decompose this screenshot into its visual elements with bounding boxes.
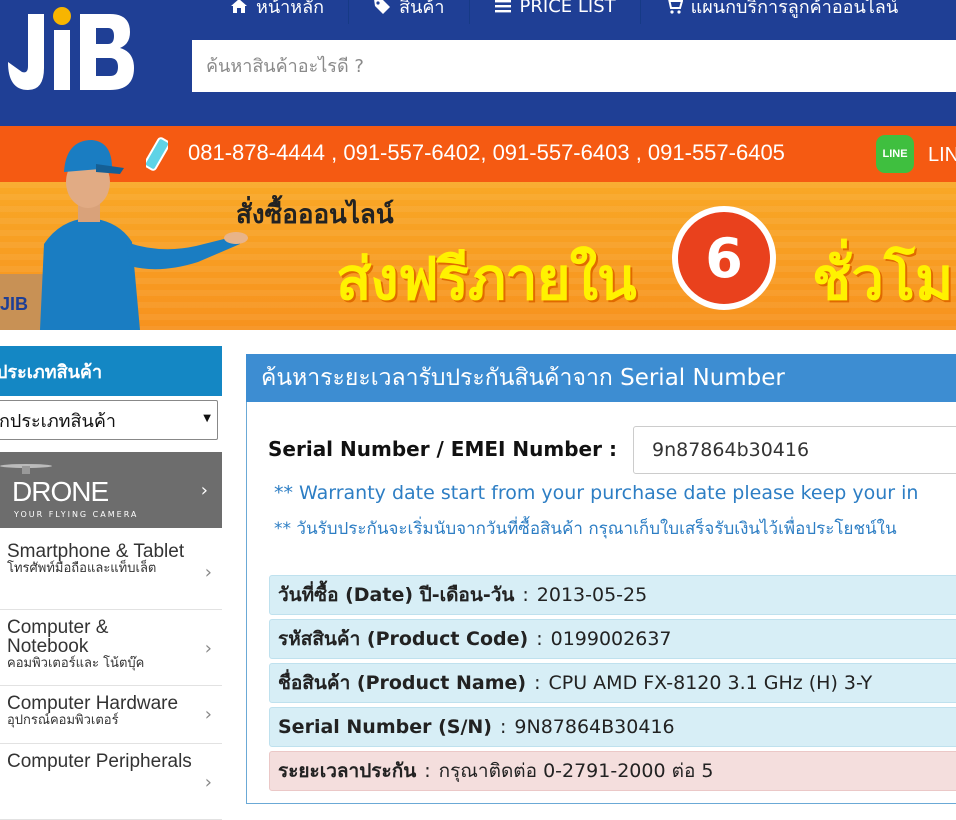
drone-icon (0, 464, 52, 474)
category-name: Computer Hardware (7, 693, 179, 714)
result-row-product-code: รหัสสินค้า (Product Code) : 0199002637 (269, 619, 956, 659)
result-separator: : (500, 716, 507, 738)
list-icon (494, 0, 512, 15)
result-table: วันที่ซื้อ (Date) ปี-เดือน-วัน : 2013-05… (269, 575, 956, 795)
category-name: Computer Peripherals (7, 751, 192, 772)
jib-logo[interactable] (0, 0, 144, 102)
warranty-label: ระยะเวลาประกัน (278, 760, 417, 782)
drone-banner[interactable]: DRONE YOUR FLYING CAMERA › (0, 452, 222, 528)
category-item-peripherals[interactable]: Computer Peripherals › (0, 744, 222, 820)
banner-hours: ชั่วโมง (812, 245, 956, 313)
line-icon[interactable]: LINE (876, 135, 914, 173)
category-select[interactable]: กประเภทสินค้า ▼ (0, 400, 218, 440)
result-separator: : (534, 672, 541, 694)
mascot-image: JIB (0, 140, 248, 330)
banner-free-shipping: ส่งฟรีภายใน (336, 245, 637, 313)
nav-home[interactable]: หน้าหลัก (206, 0, 348, 24)
result-separator: : (522, 584, 529, 606)
banner-headline: สั่งซื้อออนไลน์ (236, 200, 394, 230)
category-name-th: โทรศัพท์มือถือและแท็บเล็ต (7, 561, 157, 576)
chevron-right-icon: › (204, 562, 212, 583)
chevron-right-icon: › (200, 480, 208, 501)
chevron-right-icon: › (204, 704, 212, 725)
result-row-date: วันที่ซื้อ (Date) ปี-เดือน-วัน : 2013-05… (269, 575, 956, 615)
category-select-value: กประเภทสินค้า (0, 410, 116, 432)
cart-icon (665, 0, 683, 15)
nav-online-service-label: แผนกบริการลูกค้าออนไลน์ (690, 0, 899, 18)
result-label: ชื่อสินค้า (Product Name) (278, 672, 527, 694)
result-row-product-name: ชื่อสินค้า (Product Name) : CPU AMD FX-8… (269, 663, 956, 703)
clock-icon: 6 (672, 206, 776, 310)
category-name-th: คอมพิวเตอร์และ โน้ตบุ๊ค (7, 656, 145, 671)
result-label: รหัสสินค้า (Product Code) (278, 628, 529, 650)
result-label: วันที่ซื้อ (Date) ปี-เดือน-วัน (278, 584, 515, 606)
category-item-hardware[interactable]: Computer Hardware อุปกรณ์คอมพิวเตอร์ › (0, 686, 222, 744)
nav-products[interactable]: สินค้า (348, 0, 468, 24)
result-value: CPU AMD FX-8120 3.1 GHz (H) 3-Y (548, 672, 873, 694)
drone-title: DRONE (12, 476, 109, 507)
result-value: 0199002637 (550, 628, 672, 650)
line-label[interactable]: LIN (928, 144, 956, 167)
serial-input[interactable] (633, 426, 956, 474)
panel-title: ค้นหาระยะเวลารับประกันสินค้าจาก Serial N… (246, 354, 956, 402)
warranty-value: กรุณาติดต่อ 0-2791-2000 ต่อ 5 (438, 760, 714, 782)
nav-online-service[interactable]: แผนกบริการลูกค้าออนไลน์ (639, 0, 923, 24)
mascot-box-text: JIB (0, 294, 28, 314)
search-input[interactable] (192, 40, 956, 92)
site-header: หน้าหลัก สินค้า PRICE LIST แผนกบริการลูก… (0, 0, 956, 126)
category-item-computer-notebook[interactable]: Computer & Notebook คอมพิวเตอร์และ โน้ตบ… (0, 610, 222, 686)
category-name: Computer & Notebook (7, 617, 109, 657)
category-item-smartphone[interactable]: Smartphone & Tablet โทรศัพท์มือถือและแท็… (0, 534, 222, 610)
main-nav: หน้าหลัก สินค้า PRICE LIST แผนกบริการลูก… (206, 0, 922, 24)
category-header-label: ประเภทสินค้า (0, 361, 103, 383)
tag-icon (373, 0, 391, 15)
warranty-note-th: ** วันรับประกันจะเริ่มนับจากวันที่ซื้อสิ… (274, 519, 897, 539)
nav-price-list[interactable]: PRICE LIST (468, 0, 640, 24)
serial-label: Serial Number / EMEI Number : (268, 437, 617, 461)
result-separator: : (536, 628, 543, 650)
category-name-th: อุปกรณ์คอมพิวเตอร์ (7, 713, 119, 728)
result-value: 2013-05-25 (536, 584, 648, 606)
nav-price-list-label: PRICE LIST (519, 0, 616, 17)
caret-down-icon: ▼ (203, 413, 211, 424)
phone-numbers[interactable]: 081-878-4444 , 091-557-6402, 091-557-640… (188, 140, 785, 166)
nav-home-label: หน้าหลัก (256, 0, 325, 18)
nav-products-label: สินค้า (399, 0, 445, 18)
drone-subtitle: YOUR FLYING CAMERA (14, 510, 139, 519)
category-header: ประเภทสินค้า (0, 346, 222, 396)
category-name: Smartphone & Tablet (7, 541, 185, 562)
chevron-right-icon: › (204, 772, 212, 793)
result-value: 9N87864B30416 (514, 716, 675, 738)
result-row-warranty: ระยะเวลาประกัน : กรุณาติดต่อ 0-2791-2000… (269, 751, 956, 791)
home-icon (230, 0, 248, 15)
category-list: Smartphone & Tablet โทรศัพท์มือถือและแท็… (0, 534, 222, 820)
result-row-serial: Serial Number (S/N) : 9N87864B30416 (269, 707, 956, 747)
result-separator: : (424, 760, 431, 782)
warranty-note-en: ** Warranty date start from your purchas… (274, 482, 919, 504)
result-label: Serial Number (S/N) (278, 716, 492, 738)
chevron-right-icon: › (204, 638, 212, 659)
